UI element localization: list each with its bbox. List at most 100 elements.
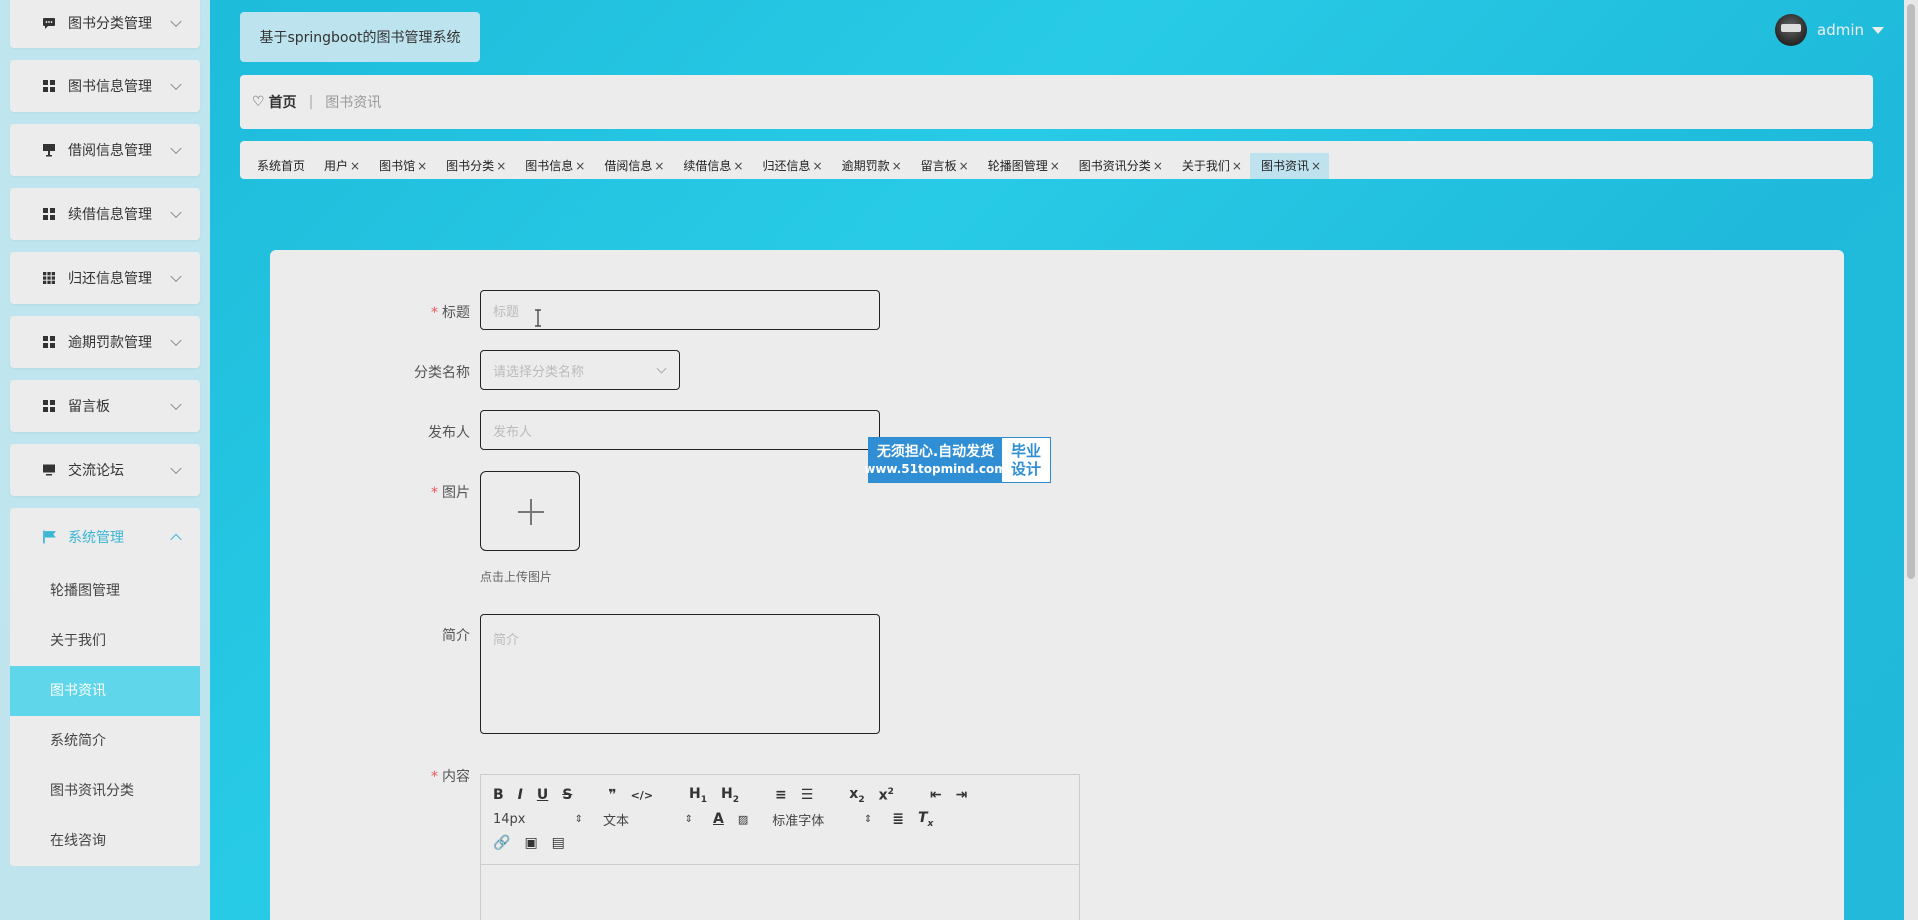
close-icon[interactable]: ×: [1232, 153, 1242, 179]
clear-format-icon[interactable]: Tx: [918, 810, 933, 829]
sidebar-item-overdue-fine[interactable]: 逾期罚款管理: [10, 316, 200, 368]
bullet-list-icon[interactable]: ☰: [801, 787, 814, 803]
close-icon[interactable]: ×: [892, 153, 902, 179]
watermark-line1: 无须担心.自动发货: [876, 444, 995, 460]
sidebar-item-book-category[interactable]: 图书分类管理: [10, 0, 200, 48]
sidebar-subitem-system-intro[interactable]: 系统简介: [10, 716, 200, 766]
underline-icon[interactable]: U: [537, 787, 548, 803]
close-icon[interactable]: ×: [575, 153, 585, 179]
tab-news-category[interactable]: 图书资讯分类 ×: [1068, 153, 1171, 179]
tab-overdue-fine[interactable]: 逾期罚款 ×: [831, 153, 910, 179]
sidebar-item-message-board[interactable]: 留言板: [10, 380, 200, 432]
tab-return-info[interactable]: 归还信息 ×: [751, 153, 830, 179]
ordered-list-icon[interactable]: ≡: [775, 787, 787, 803]
close-icon[interactable]: ×: [350, 153, 360, 179]
sidebar-item-label: 留言板: [68, 399, 110, 415]
summary-textarea[interactable]: 简介: [480, 614, 880, 734]
close-icon[interactable]: ×: [1153, 153, 1163, 179]
username[interactable]: admin: [1817, 21, 1864, 39]
breadcrumb-home[interactable]: ♡ 首页: [252, 92, 297, 112]
close-icon[interactable]: ×: [1050, 153, 1060, 179]
grid-icon: [43, 400, 55, 412]
close-icon[interactable]: ×: [959, 153, 969, 179]
tab-label: 系统首页: [257, 159, 306, 173]
user-menu[interactable]: admin: [1775, 14, 1884, 46]
chevron-down-icon: [170, 462, 182, 475]
sidebar-subitem-news-category[interactable]: 图书资讯分类: [10, 766, 200, 816]
italic-icon[interactable]: I: [518, 787, 523, 803]
heading1-icon[interactable]: H1: [689, 786, 707, 805]
outdent-icon[interactable]: ⇤: [930, 787, 942, 803]
image-icon[interactable]: ▣: [524, 835, 537, 851]
link-icon[interactable]: 🔗: [493, 835, 510, 851]
text-style-select[interactable]: 文本 ⇕: [603, 810, 693, 829]
bold-icon[interactable]: B: [493, 787, 504, 803]
font-family-value: 标准字体: [772, 813, 825, 829]
image-label-text: 图片: [442, 485, 470, 501]
watermark-badge: 无须担心.自动发货 www.51topmind.com 毕业 设计: [864, 437, 1051, 483]
sidebar-subitem-online-consult[interactable]: 在线咨询: [10, 816, 200, 866]
avatar[interactable]: [1775, 14, 1807, 46]
tab-library[interactable]: 图书馆 ×: [368, 153, 435, 179]
heading2-icon[interactable]: H2: [721, 786, 739, 805]
close-icon[interactable]: ×: [733, 153, 743, 179]
code-icon[interactable]: </>: [631, 789, 653, 802]
background-color-icon[interactable]: ▨: [738, 813, 748, 826]
sidebar-group-system: 系统管理 轮播图管理 关于我们 图书资讯 系统简介 图书资讯分类 在线咨询: [10, 508, 200, 866]
sidebar-subitem-book-news[interactable]: 图书资讯: [10, 666, 200, 716]
monitor-icon: [43, 464, 55, 476]
sidebar-item-renew-info[interactable]: 续借信息管理: [10, 188, 200, 240]
sidebar-item-return-info[interactable]: 归还信息管理: [10, 252, 200, 304]
sidebar-item-label: 交流论坛: [68, 463, 124, 479]
close-icon[interactable]: ×: [496, 153, 506, 179]
sidebar-item-system-management[interactable]: 系统管理: [10, 508, 200, 566]
sidebar-subitem-carousel[interactable]: 轮播图管理: [10, 566, 200, 616]
tab-system-home[interactable]: 系统首页: [246, 153, 313, 179]
tab-carousel[interactable]: 轮播图管理 ×: [977, 153, 1068, 179]
breadcrumb-current: 图书资讯: [325, 95, 382, 111]
tab-label: 关于我们: [1181, 159, 1230, 173]
grid-9-icon: [43, 272, 55, 284]
sidebar-item-book-info[interactable]: 图书信息管理: [10, 60, 200, 112]
tab-book-news[interactable]: 图书资讯 ×: [1249, 153, 1330, 179]
sidebar-item-borrow-info[interactable]: 借阅信息管理: [10, 124, 200, 176]
image-label: * 图片: [350, 482, 470, 502]
tab-borrow-info[interactable]: 借阅信息 ×: [593, 153, 672, 179]
chat-icon: [43, 18, 55, 29]
close-icon[interactable]: ×: [654, 153, 664, 179]
superscript-icon[interactable]: x2: [879, 787, 894, 804]
scrollbar-thumb[interactable]: [1907, 4, 1915, 579]
video-icon[interactable]: ▤: [552, 835, 565, 851]
close-icon[interactable]: ×: [1311, 153, 1321, 179]
caret-down-icon[interactable]: [1872, 26, 1884, 34]
strikethrough-icon[interactable]: S: [562, 787, 572, 803]
chevron-down-icon: [170, 270, 182, 283]
font-family-select[interactable]: 标准字体 ⇕: [772, 810, 872, 829]
tab-user[interactable]: 用户 ×: [313, 153, 368, 179]
tab-label: 借阅信息: [604, 159, 653, 173]
subscript-icon[interactable]: x2: [849, 786, 864, 805]
tab-about-us[interactable]: 关于我们 ×: [1171, 153, 1250, 179]
tab-message-board[interactable]: 留言板 ×: [910, 153, 977, 179]
required-mark: *: [431, 769, 438, 785]
sidebar-subitem-about-us[interactable]: 关于我们: [10, 616, 200, 666]
rich-text-editor[interactable]: B I U S ❞ </> H1 H2 ≡ ☰ x2 x2 ⇤ ⇥ 14px ⇕ …: [480, 774, 1080, 920]
page-scrollbar[interactable]: [1904, 0, 1918, 920]
tab-renew-info[interactable]: 续借信息 ×: [672, 153, 751, 179]
indent-icon[interactable]: ⇥: [956, 787, 968, 803]
font-color-icon[interactable]: A: [713, 811, 724, 827]
tab-book-category[interactable]: 图书分类 ×: [435, 153, 514, 179]
sidebar-item-forum[interactable]: 交流论坛: [10, 444, 200, 496]
tab-book-info[interactable]: 图书信息 ×: [514, 153, 593, 179]
grid-icon: [43, 80, 55, 92]
quote-icon[interactable]: ❞: [608, 787, 616, 803]
font-size-select[interactable]: 14px ⇕: [493, 812, 583, 827]
sidebar-item-label: 续借信息管理: [68, 207, 152, 223]
image-upload[interactable]: [480, 471, 580, 551]
sidebar-item-label: 图书信息管理: [68, 79, 152, 95]
close-icon[interactable]: ×: [417, 153, 427, 179]
publisher-input[interactable]: 发布人: [480, 410, 880, 450]
align-icon[interactable]: ≣: [892, 811, 904, 827]
close-icon[interactable]: ×: [813, 153, 823, 179]
category-select[interactable]: 请选择分类名称: [480, 350, 680, 390]
